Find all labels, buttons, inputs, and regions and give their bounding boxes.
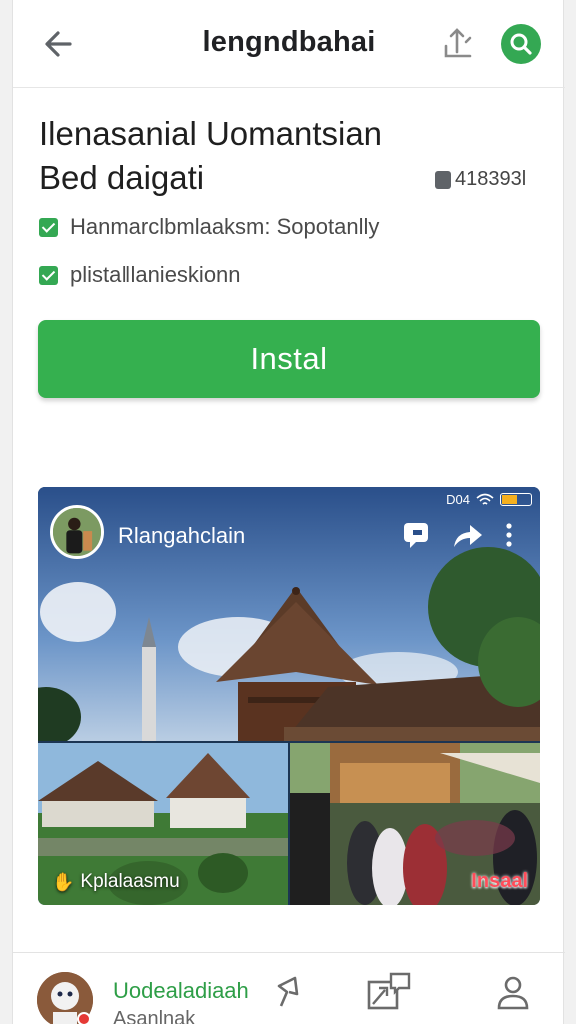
search-icon (510, 33, 532, 55)
feature-label: Hanmarclbmlaaksm: Sopotanlly (70, 214, 380, 239)
wifi-icon (476, 493, 494, 505)
page-title: lengndbahai (202, 26, 376, 58)
app-size-value: 418393l (455, 168, 527, 190)
feature-item-2: plistaǁlanieskionn (39, 262, 241, 288)
divider (13, 952, 565, 953)
status-text: D04 (446, 492, 470, 507)
channel-avatar[interactable] (50, 505, 104, 559)
notification-dot (77, 1012, 91, 1024)
hero-actions (402, 521, 514, 549)
share-arrow-icon[interactable] (452, 521, 484, 549)
image-chat-icon[interactable] (365, 972, 413, 1012)
arrow-left-icon[interactable] (39, 24, 79, 64)
screenshot-preview[interactable]: D04 Rlangahclain ✋ Kplalaasmu Insaal (38, 487, 540, 905)
more-vert-icon[interactable] (504, 522, 514, 548)
share-icon[interactable] (441, 26, 475, 62)
app-size: 418393l (435, 168, 526, 191)
app-title-line2: Bed daigati (39, 159, 205, 196)
thumbnail-right[interactable]: Insaal (290, 743, 540, 905)
search-button[interactable] (501, 24, 541, 64)
check-icon (39, 217, 58, 237)
feature-label: plistaǁlanieskionn (70, 262, 241, 287)
person-icon[interactable] (493, 972, 533, 1012)
app-page: lengndbahai Ilenasanial Uomantsian Bed d… (12, 0, 565, 1024)
install-button[interactable]: Instal (38, 320, 540, 398)
app-title: Ilenasanial Uomantsian Bed daigati (39, 112, 382, 200)
profile-name[interactable]: Uodealadiaah (113, 978, 249, 1004)
person-photo (53, 508, 101, 556)
app-title-line1: Ilenasanial Uomantsian (39, 115, 383, 152)
channel-name[interactable]: Rlangahclain (118, 523, 245, 549)
profile-subtitle: Asanlnak (113, 1008, 196, 1024)
left-caption-text: Kplalaasmu (80, 871, 180, 892)
status-bar: D04 (446, 492, 532, 507)
thumbnail-left-caption: ✋ Kplalaasmu (52, 871, 180, 893)
feature-item-1: Hanmarclbmlaaksm: Sopotanlly (39, 214, 379, 240)
thumbnail-left[interactable]: ✋ Kplalaasmu (38, 743, 288, 905)
pin-icon[interactable] (269, 972, 309, 1012)
hand-icon: ✋ (52, 871, 75, 892)
comment-icon[interactable] (402, 521, 432, 549)
battery-icon (500, 493, 532, 506)
size-icon (435, 170, 451, 189)
thumbnail-right-caption: Insaal (471, 870, 528, 892)
top-bar: lengndbahai (13, 0, 565, 88)
check-icon (39, 265, 58, 285)
